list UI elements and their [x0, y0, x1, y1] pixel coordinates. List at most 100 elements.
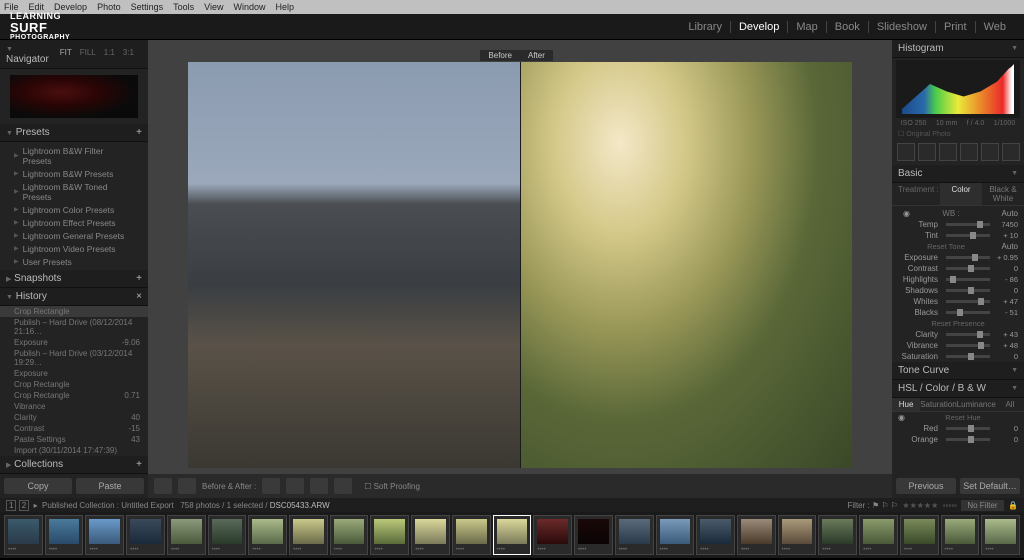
module-print[interactable]: Print [936, 21, 976, 33]
preset-folder[interactable]: Lightroom Video Presets [0, 242, 148, 255]
slider-temp[interactable]: Temp7450 [892, 219, 1024, 230]
crop-tool-icon[interactable] [897, 143, 915, 161]
reset-tone[interactable]: Reset Tone [898, 242, 994, 251]
ba-swap-icon[interactable] [334, 478, 352, 494]
filter-lock-icon[interactable]: 🔒 [1006, 501, 1018, 510]
thumbnail[interactable]: •••• [696, 515, 735, 555]
history-step[interactable]: Crop Rectangle [0, 306, 148, 317]
hsl-tab-all[interactable]: All [996, 398, 1024, 411]
menu-settings[interactable]: Settings [131, 2, 164, 12]
menu-photo[interactable]: Photo [97, 2, 121, 12]
module-book[interactable]: Book [827, 21, 869, 33]
set-default-button[interactable]: Set Default… [960, 478, 1020, 494]
menu-tools[interactable]: Tools [173, 2, 194, 12]
preset-folder[interactable]: Lightroom B&W Filter Presets [0, 144, 148, 167]
basic-header[interactable]: Basic▼ [892, 165, 1024, 183]
slider-whites[interactable]: Whites+ 47 [892, 296, 1024, 307]
thumbnail[interactable]: •••• [778, 515, 817, 555]
slider-blacks[interactable]: Blacks- 51 [892, 307, 1024, 318]
ba-divider[interactable] [520, 62, 521, 468]
slider-vibrance[interactable]: Vibrance+ 48 [892, 340, 1024, 351]
history-step[interactable]: Vibrance [0, 401, 148, 412]
history-header[interactable]: ▼ History× [0, 288, 148, 306]
slider-highlights[interactable]: Highlights- 86 [892, 274, 1024, 285]
thumbnail[interactable]: •••• [411, 515, 450, 555]
module-map[interactable]: Map [788, 21, 826, 33]
slider-red[interactable]: Red0 [892, 423, 1024, 434]
preset-folder[interactable]: Lightroom Effect Presets [0, 216, 148, 229]
thumbnail-strip[interactable]: ••••••••••••••••••••••••••••••••••••••••… [0, 512, 1024, 558]
second-window-icon[interactable]: 2 [19, 500, 29, 511]
hsl-tab-hue[interactable]: Hue [892, 398, 920, 411]
thumbnail[interactable]: •••• [126, 515, 165, 555]
tone-auto[interactable]: Auto [994, 242, 1018, 251]
menu-help[interactable]: Help [276, 2, 295, 12]
color-filter[interactable]: ◦◦◦◦◦ [943, 501, 957, 510]
thumbnail[interactable]: •••• [900, 515, 939, 555]
thumbnail[interactable]: •••• [859, 515, 898, 555]
treatment-color[interactable]: Color [940, 183, 982, 205]
thumbnail[interactable]: •••• [533, 515, 572, 555]
thumbnail[interactable]: •••• [574, 515, 613, 555]
loupe-view-icon[interactable] [154, 478, 172, 494]
slider-clarity[interactable]: Clarity+ 43 [892, 329, 1024, 340]
slider-shadows[interactable]: Shadows0 [892, 285, 1024, 296]
grid-icon[interactable]: 1 [6, 500, 16, 511]
thumbnail[interactable]: •••• [941, 515, 980, 555]
paste-button[interactable]: Paste [76, 478, 144, 494]
preview-area[interactable]: Before After [188, 50, 852, 468]
ba-split-icon[interactable] [310, 478, 328, 494]
history-step[interactable]: Crop Rectangle [0, 379, 148, 390]
history-step[interactable]: Import (30/11/2014 17:47:39) [0, 445, 148, 456]
hsl-header[interactable]: HSL / Color / B & W▼ [892, 380, 1024, 398]
thumbnail[interactable]: •••• [85, 515, 124, 555]
history-step[interactable]: Paste Settings43 [0, 434, 148, 445]
thumbnail[interactable]: •••• [45, 515, 84, 555]
thumbnail[interactable]: •••• [656, 515, 695, 555]
rating-filter[interactable]: ★★★★★ [902, 501, 938, 510]
tonecurve-header[interactable]: Tone Curve▼ [892, 362, 1024, 380]
histogram-header[interactable]: Histogram▼ [892, 40, 1024, 58]
hsl-tab-saturation[interactable]: Saturation [920, 398, 956, 411]
navigator-header[interactable]: ▼ Navigator FITFILL1:13:1 [0, 40, 148, 69]
spot-tool-icon[interactable] [918, 143, 936, 161]
zoom-3:1[interactable]: 3:1 [123, 48, 134, 57]
histogram-graph[interactable] [902, 64, 1014, 114]
history-step[interactable]: Crop Rectangle0.71 [0, 390, 148, 401]
thumbnail[interactable]: •••• [289, 515, 328, 555]
collection-path[interactable]: Published Collection : Untitled Export [42, 501, 174, 510]
snapshots-header[interactable]: ▶ Snapshots+ [0, 270, 148, 288]
thumbnail[interactable]: •••• [737, 515, 776, 555]
slider-contrast[interactable]: Contrast0 [892, 263, 1024, 274]
preset-folder[interactable]: Lightroom B&W Presets [0, 167, 148, 180]
ba-vert-icon[interactable] [286, 478, 304, 494]
history-step[interactable]: Exposure-9.06 [0, 337, 148, 348]
navigator-preview[interactable] [10, 75, 138, 118]
history-step[interactable]: Publish – Hard Drive (03/12/2014 19:29… [0, 348, 148, 368]
slider-exposure[interactable]: Exposure+ 0.95 [892, 252, 1024, 263]
preset-folder[interactable]: Lightroom B&W Toned Presets [0, 180, 148, 203]
module-library[interactable]: Library [680, 21, 731, 33]
history-step[interactable]: Publish – Hard Drive (08/12/2014 21:16… [0, 317, 148, 337]
thumbnail[interactable]: •••• [452, 515, 491, 555]
reset-presence[interactable]: Reset Presence [898, 319, 1018, 328]
zoom-fill[interactable]: FILL [80, 48, 96, 57]
module-web[interactable]: Web [976, 21, 1014, 33]
thumbnail[interactable]: •••• [208, 515, 247, 555]
preset-folder[interactable]: Lightroom General Presets [0, 229, 148, 242]
original-photo-checkbox[interactable]: Original Photo [906, 131, 950, 138]
thumbnail[interactable]: •••• [493, 515, 532, 555]
treatment-bw[interactable]: Black & White [982, 183, 1024, 205]
slider-saturation[interactable]: Saturation0 [892, 351, 1024, 362]
thumbnail[interactable]: •••• [248, 515, 287, 555]
collections-header[interactable]: ▶ Collections+ [0, 456, 148, 474]
reset-hue[interactable]: Reset Hue [908, 413, 1018, 422]
redeye-tool-icon[interactable] [939, 143, 957, 161]
menu-window[interactable]: Window [234, 2, 266, 12]
hsl-tab-luminance[interactable]: Luminance [957, 398, 996, 411]
zoom-1:1[interactable]: 1:1 [104, 48, 115, 57]
brush-tool-icon[interactable] [1002, 143, 1020, 161]
presets-header[interactable]: ▼ Presets+ [0, 124, 148, 142]
thumbnail[interactable]: •••• [167, 515, 206, 555]
history-step[interactable]: Contrast-15 [0, 423, 148, 434]
